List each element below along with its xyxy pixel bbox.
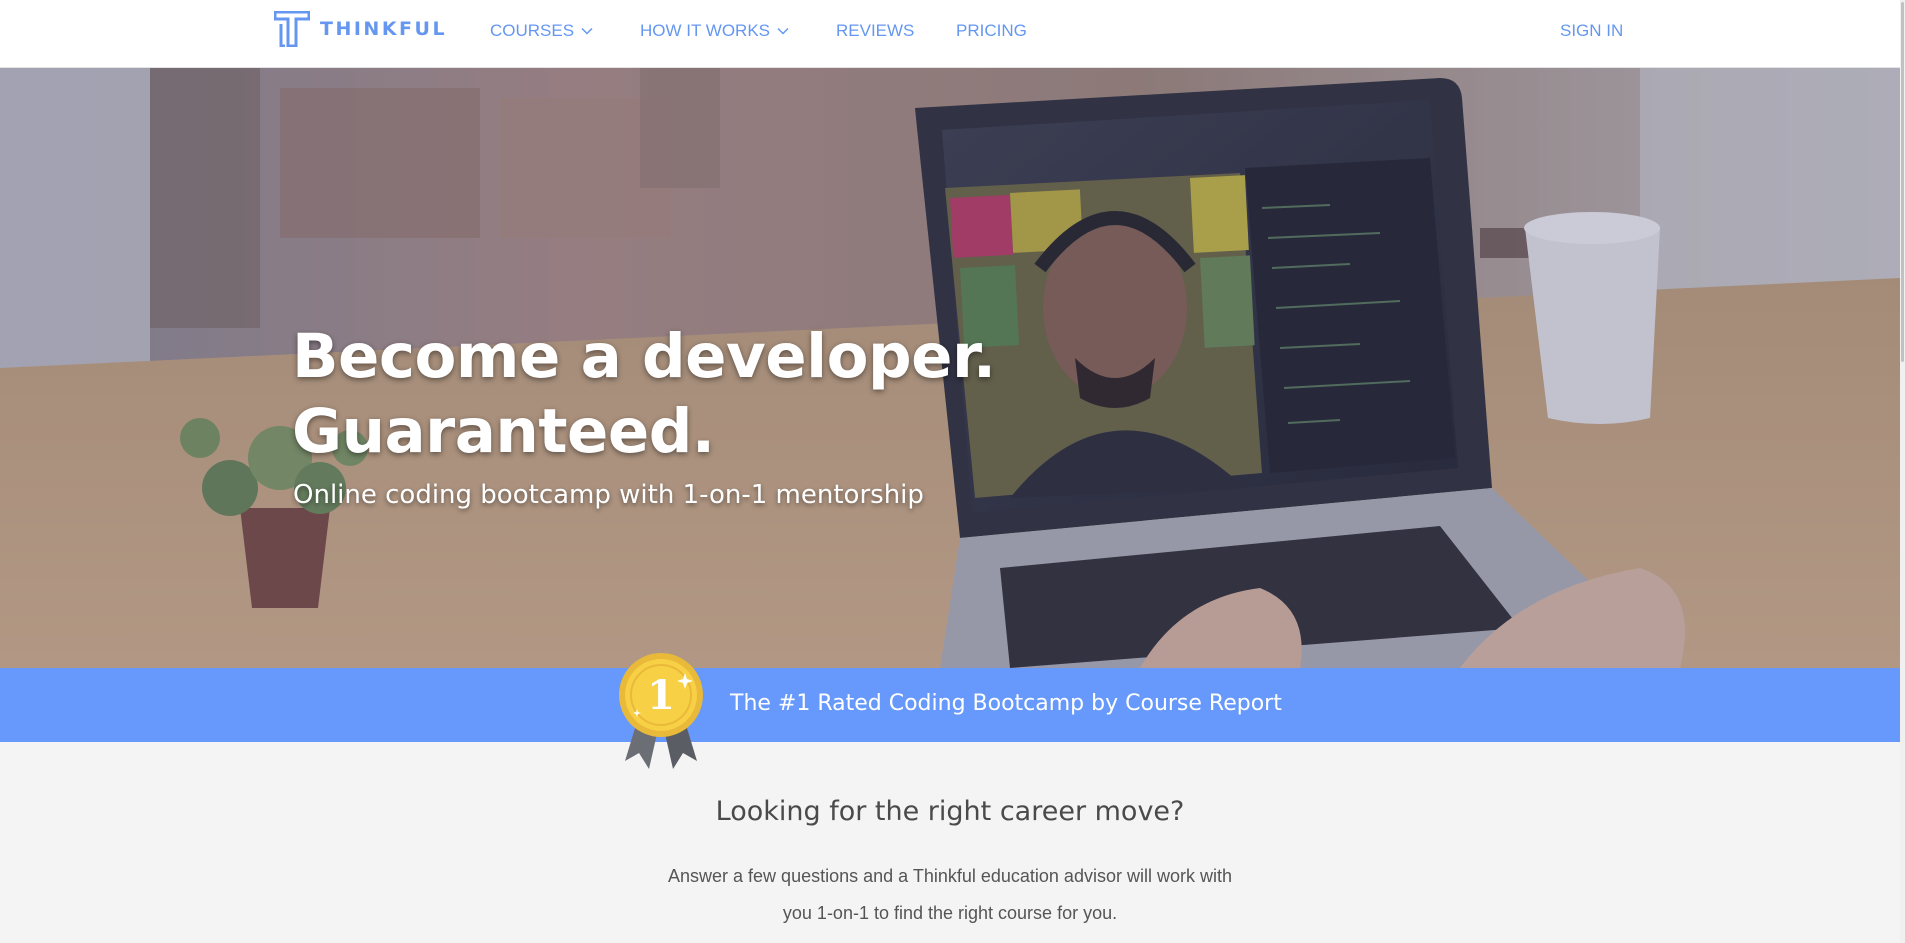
nav-pricing[interactable]: PRICING <box>956 21 1027 41</box>
hero-section: Become a developer. Guaranteed. Online c… <box>0 68 1900 668</box>
nav-how-it-works-label: HOW IT WORKS <box>640 21 771 40</box>
thinkful-logo[interactable]: THINKFUL <box>274 11 447 47</box>
hero-headline-line2: Guaranteed. <box>292 396 715 467</box>
nav-courses[interactable]: COURSES <box>490 21 593 41</box>
nav-reviews[interactable]: REVIEWS <box>836 21 914 41</box>
nav-reviews-label: REVIEWS <box>836 21 915 40</box>
nav-how-it-works[interactable]: HOW IT WORKS <box>640 21 789 41</box>
career-description-line2: you 1-on-1 to find the right course for … <box>782 903 1118 923</box>
thinkful-logo-icon <box>274 11 310 47</box>
chevron-down-icon <box>581 27 593 35</box>
ranking-banner: The #1 Rated Coding Bootcamp by Course R… <box>0 668 1900 742</box>
chevron-down-icon <box>777 27 789 35</box>
career-section-title: Looking for the right career move? <box>715 796 1185 827</box>
nav-pricing-label: PRICING <box>956 21 1027 40</box>
medal-icon: 1 <box>619 653 703 769</box>
career-section-description: Answer a few questions and a Thinkful ed… <box>620 858 1280 932</box>
nav-courses-label: COURSES <box>490 21 575 40</box>
sign-in-link[interactable]: SIGN IN <box>1560 21 1623 41</box>
career-description-line1: Answer a few questions and a Thinkful ed… <box>668 866 1232 886</box>
medal-number: 1 <box>647 672 675 719</box>
ranking-banner-text: The #1 Rated Coding Bootcamp by Course R… <box>730 691 1282 716</box>
page-scrollbar[interactable] <box>1900 0 1905 943</box>
top-navbar: THINKFUL COURSES HOW IT WORKS REVIEWS PR… <box>0 0 1900 68</box>
hero-subtitle: Online coding bootcamp with 1-on-1 mento… <box>293 480 924 510</box>
scrollbar-thumb[interactable] <box>1901 2 1904 362</box>
hero-headline-line1: Become a developer. <box>292 321 996 392</box>
logo-text: THINKFUL <box>320 18 448 40</box>
hero-headline: Become a developer. Guaranteed. <box>292 319 996 469</box>
